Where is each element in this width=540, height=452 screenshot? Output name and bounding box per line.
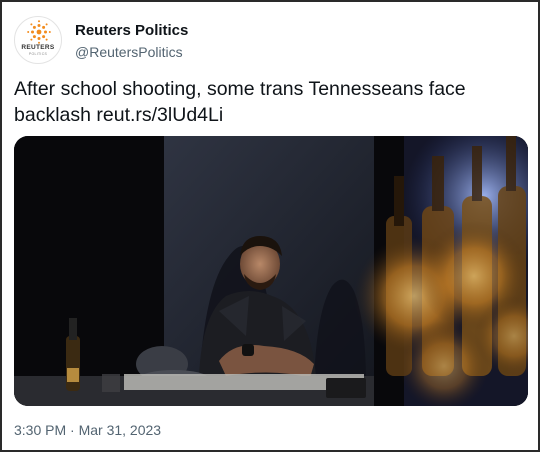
photo-image — [14, 136, 528, 406]
account-name[interactable]: Reuters Politics — [75, 22, 188, 39]
tweet-timestamp[interactable]: 3:30 PM · Mar 31, 2023 — [14, 422, 161, 438]
tweet-text: After school shooting, some trans Tennes… — [14, 78, 466, 126]
tweet-card: REUTERS POLITICS Reuters Politics @Reute… — [0, 0, 540, 452]
avatar-sub-text: POLITICS — [28, 52, 48, 56]
avatar[interactable]: REUTERS POLITICS — [14, 16, 62, 64]
tweet-photo[interactable] — [14, 136, 528, 406]
account-handle[interactable]: @ReutersPolitics — [75, 44, 183, 60]
tweet-header: REUTERS POLITICS Reuters Politics @Reute… — [14, 16, 514, 68]
reuters-logo-icon — [27, 20, 51, 44]
avatar-brand-text: REUTERS — [21, 44, 55, 51]
